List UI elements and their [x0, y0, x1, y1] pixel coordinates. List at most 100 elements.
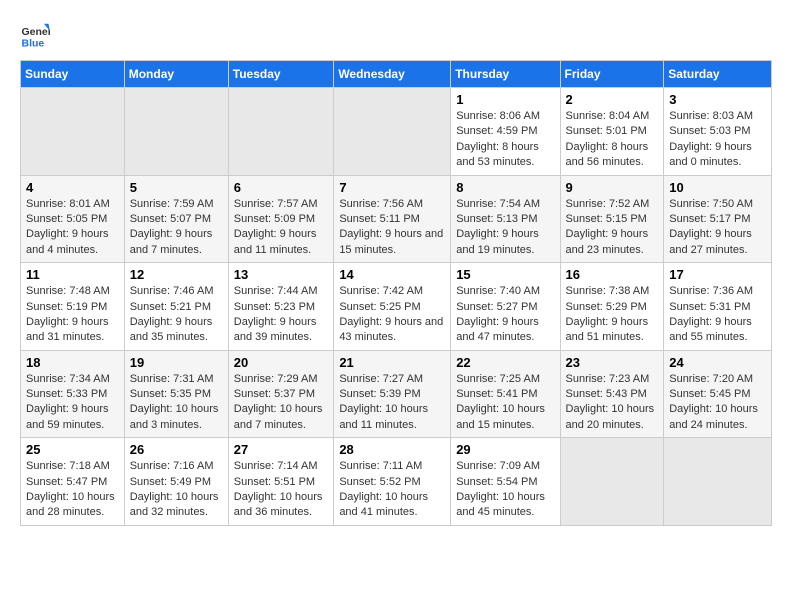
- page-header: General Blue: [20, 20, 772, 50]
- sunrise-time: 7:18 AM: [69, 460, 109, 472]
- day-number: 28: [339, 442, 445, 457]
- sunset-time: 5:29 PM: [606, 301, 647, 313]
- sunrise-label: Sunrise:: [566, 285, 609, 297]
- sunset-label: Sunset:: [26, 301, 66, 313]
- sunrise-label: Sunrise:: [234, 285, 277, 297]
- sunset-label: Sunset:: [339, 388, 379, 400]
- sunrise-label: Sunrise:: [130, 373, 173, 385]
- day-info: Sunrise: 7:54 AMSunset: 5:13 PMDaylight:…: [456, 197, 554, 259]
- daylight-label: Daylight:: [456, 316, 502, 328]
- day-info: Sunrise: 7:59 AMSunset: 5:07 PMDaylight:…: [130, 197, 223, 259]
- sunset-label: Sunset:: [26, 388, 66, 400]
- sunset-time: 5:47 PM: [66, 476, 107, 488]
- calendar-cell: 22Sunrise: 7:25 AMSunset: 5:41 PMDayligh…: [451, 350, 560, 438]
- sunset-label: Sunset:: [456, 476, 496, 488]
- calendar-cell: 17 Sunrise: 7:36 AMSunset: 5:31 PMDayligh…: [664, 263, 772, 351]
- day-info: Sunrise: 8:04 AMSunset: 5:01 PMDaylight:…: [566, 109, 659, 171]
- sunset-time: 5:54 PM: [497, 476, 538, 488]
- daylight-label: Daylight:: [566, 228, 612, 240]
- calendar-week-row: 1Sunrise: 8:06 AMSunset: 4:59 PMDaylight…: [21, 88, 772, 176]
- daylight-label: Daylight:: [456, 403, 502, 415]
- sunset-time: 5:43 PM: [606, 388, 647, 400]
- day-info: Sunrise: 8:01 AMSunset: 5:05 PMDaylight:…: [26, 197, 119, 259]
- sunset-label: Sunset:: [456, 125, 496, 137]
- day-info: Sunrise: 7:44 AMSunset: 5:23 PMDaylight:…: [234, 284, 329, 346]
- daylight-label: Daylight:: [130, 491, 176, 503]
- sunrise-time: 7:23 AM: [609, 373, 649, 385]
- sunset-label: Sunset:: [130, 388, 170, 400]
- weekday-header: Wednesday: [334, 61, 451, 88]
- calendar-cell: [664, 438, 772, 526]
- day-info: Sunrise: 7:11 AMSunset: 5:52 PMDaylight:…: [339, 459, 445, 521]
- daylight-label: Daylight:: [669, 403, 715, 415]
- day-info: Sunrise: 7:56 AMSunset: 5:11 PMDaylight:…: [339, 197, 445, 259]
- weekday-header: Thursday: [451, 61, 560, 88]
- calendar-cell: 4Sunrise: 8:01 AMSunset: 5:05 PMDaylight…: [21, 175, 125, 263]
- daylight-label: Daylight:: [456, 228, 502, 240]
- daylight-label: Daylight:: [26, 316, 72, 328]
- sunset-time: 5:52 PM: [380, 476, 421, 488]
- daylight-label: Daylight:: [566, 316, 612, 328]
- calendar-cell: 21Sunrise: 7:27 AMSunset: 5:39 PMDayligh…: [334, 350, 451, 438]
- calendar-cell: 1Sunrise: 8:06 AMSunset: 4:59 PMDaylight…: [451, 88, 560, 176]
- calendar-cell: 6Sunrise: 7:57 AMSunset: 5:09 PMDaylight…: [228, 175, 334, 263]
- svg-text:Blue: Blue: [22, 37, 45, 49]
- sunrise-label: Sunrise:: [669, 373, 712, 385]
- sunrise-label: Sunrise:: [669, 110, 712, 122]
- calendar-cell: [334, 88, 451, 176]
- day-number: 21: [339, 355, 445, 370]
- calendar-week-row: 11Sunrise: 7:48 AMSunset: 5:19 PMDayligh…: [21, 263, 772, 351]
- daylight-label: Daylight:: [339, 403, 385, 415]
- day-number: 2: [566, 92, 659, 107]
- sunrise-time: 7:42 AM: [383, 285, 423, 297]
- day-number: 26: [130, 442, 223, 457]
- sunrise-time: 7:36 AM: [713, 285, 753, 297]
- sunrise-time: 7:09 AM: [500, 460, 540, 472]
- sunset-label: Sunset:: [669, 125, 709, 137]
- sunrise-label: Sunrise:: [234, 460, 277, 472]
- day-number: 17: [669, 267, 766, 282]
- calendar-cell: 27Sunrise: 7:14 AMSunset: 5:51 PMDayligh…: [228, 438, 334, 526]
- day-number: 15: [456, 267, 554, 282]
- sunrise-label: Sunrise:: [234, 198, 277, 210]
- sunrise-time: 7:31 AM: [173, 373, 213, 385]
- calendar-cell: 19Sunrise: 7:31 AMSunset: 5:35 PMDayligh…: [124, 350, 228, 438]
- sunrise-time: 8:04 AM: [609, 110, 649, 122]
- day-number: 14: [339, 267, 445, 282]
- sunrise-label: Sunrise:: [339, 460, 382, 472]
- sunset-time: 5:07 PM: [170, 213, 211, 225]
- sunrise-time: 7:27 AM: [383, 373, 423, 385]
- sunset-label: Sunset:: [566, 301, 606, 313]
- day-number: 11: [26, 267, 119, 282]
- day-info: Sunrise: 8:06 AMSunset: 4:59 PMDaylight:…: [456, 109, 554, 171]
- sunset-label: Sunset:: [234, 476, 274, 488]
- calendar-cell: 13Sunrise: 7:44 AMSunset: 5:23 PMDayligh…: [228, 263, 334, 351]
- day-number: 24: [669, 355, 766, 370]
- sunset-time: 5:37 PM: [274, 388, 315, 400]
- sunrise-time: 7:29 AM: [277, 373, 317, 385]
- sunrise-label: Sunrise:: [669, 198, 712, 210]
- daylight-label: Daylight:: [234, 316, 280, 328]
- daylight-label: Daylight:: [26, 228, 72, 240]
- sunrise-time: 7:46 AM: [173, 285, 213, 297]
- day-info: Sunrise: 7:16 AMSunset: 5:49 PMDaylight:…: [130, 459, 223, 521]
- daylight-label: Daylight:: [130, 403, 176, 415]
- sunset-time: 4:59 PM: [497, 125, 538, 137]
- day-info: Sunrise: 7:36 AMSunset: 5:31 PMDaylight:…: [669, 284, 766, 346]
- daylight-label: Daylight:: [130, 228, 176, 240]
- calendar-week-row: 25Sunrise: 7:18 AMSunset: 5:47 PMDayligh…: [21, 438, 772, 526]
- day-info: Sunrise: 7:42 AMSunset: 5:25 PMDaylight:…: [339, 284, 445, 346]
- day-info: Sunrise: 7:27 AMSunset: 5:39 PMDaylight:…: [339, 372, 445, 434]
- sunset-label: Sunset:: [130, 213, 170, 225]
- day-number: 4: [26, 180, 119, 195]
- sunset-label: Sunset:: [130, 476, 170, 488]
- sunrise-label: Sunrise:: [26, 285, 69, 297]
- sunset-time: 5:23 PM: [274, 301, 315, 313]
- logo: General Blue: [20, 20, 54, 50]
- day-info: Sunrise: 7:20 AMSunset: 5:45 PMDaylight:…: [669, 372, 766, 434]
- sunrise-time: 7:54 AM: [500, 198, 540, 210]
- sunset-time: 5:05 PM: [66, 213, 107, 225]
- day-number: 29: [456, 442, 554, 457]
- weekday-header: Sunday: [21, 61, 125, 88]
- daylight-label: Daylight:: [234, 228, 280, 240]
